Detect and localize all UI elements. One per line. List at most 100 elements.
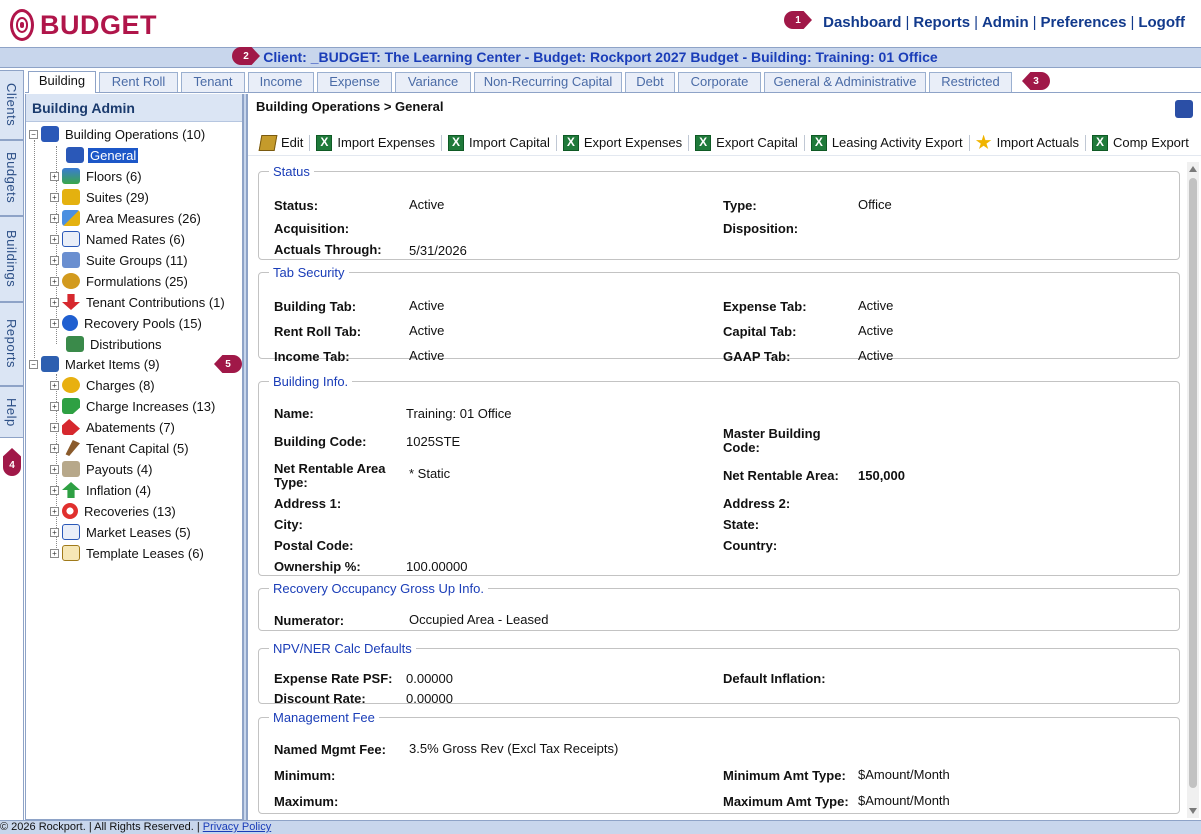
edit-icon xyxy=(258,134,278,151)
expand-icon[interactable]: + xyxy=(50,276,59,286)
npv-ner-defaults-group: NPV/NER Calc Defaults Expense Rate PSF: … xyxy=(258,641,1180,706)
client-bar-text: Client: _BUDGET: The Learning Center - B… xyxy=(263,49,938,65)
scroll-up-icon[interactable] xyxy=(1189,166,1197,172)
expand-icon[interactable]: + xyxy=(50,192,59,202)
tab-debt[interactable]: Debt xyxy=(625,72,675,92)
expand-icon[interactable]: + xyxy=(50,401,59,411)
panel-title: Building Admin xyxy=(26,94,242,122)
tree-item-inflation[interactable]: + Inflation (4) xyxy=(50,480,153,500)
expand-icon[interactable]: + xyxy=(50,297,59,307)
tree-item-charges[interactable]: + Charges (8) xyxy=(50,375,157,395)
expand-icon[interactable]: + xyxy=(50,422,59,432)
hammer-icon xyxy=(65,440,80,456)
expand-icon[interactable]: + xyxy=(50,464,59,474)
down-arrow-icon xyxy=(62,294,80,310)
expand-icon[interactable]: + xyxy=(50,380,59,390)
coins-icon xyxy=(62,377,80,393)
tab-security-group: Tab Security Building Tab: Active Expens… xyxy=(258,265,1180,364)
tree-item-abatements[interactable]: + Abatements (7) xyxy=(50,417,177,437)
expand-icon[interactable]: + xyxy=(50,255,59,265)
scroll-thumb[interactable] xyxy=(1189,178,1197,788)
tree-item-distributions[interactable]: Distributions xyxy=(66,334,164,354)
expand-icon[interactable]: + xyxy=(50,213,59,223)
tree-item-area-measures[interactable]: + Area Measures (26) xyxy=(50,208,203,228)
leasing-activity-export-button[interactable]: Leasing Activity Export xyxy=(810,134,963,151)
tree-item-payouts[interactable]: + Payouts (4) xyxy=(50,459,154,479)
import-actuals-button[interactable]: Import Actuals xyxy=(975,134,1079,151)
tab-tenant[interactable]: Tenant xyxy=(181,72,245,92)
tab-building[interactable]: Building xyxy=(28,71,96,93)
tree-item-tenant-capital[interactable]: + Tenant Capital (5) xyxy=(50,438,191,458)
group-legend: Recovery Occupancy Gross Up Info. xyxy=(273,581,484,596)
import-capital-button[interactable]: Import Capital xyxy=(447,134,550,151)
tree-item-template-leases[interactable]: + Template Leases (6) xyxy=(50,543,206,563)
tree-node-building-operations[interactable]: − Building Operations (10) xyxy=(29,124,207,144)
footer: © 2026 Rockport. | All Rights Reserved. … xyxy=(0,820,1201,834)
net-rentable-area-value: 150,000 xyxy=(858,468,905,483)
logo[interactable]: BUDGET xyxy=(10,8,157,42)
vtab-buildings[interactable]: Buildings xyxy=(0,216,24,302)
building-code-value: 1025STE xyxy=(406,434,461,449)
tree-node-market-items[interactable]: − Market Items (9) xyxy=(29,354,162,374)
expand-icon[interactable]: + xyxy=(50,234,59,244)
tab-expense[interactable]: Expense xyxy=(317,72,392,92)
edit-button[interactable]: Edit xyxy=(258,134,303,151)
grid-icon xyxy=(62,252,80,268)
excel-icon xyxy=(810,134,827,151)
logo-text: BUDGET xyxy=(40,9,157,40)
comp-export-button[interactable]: Comp Export xyxy=(1091,134,1189,151)
globe-icon xyxy=(62,315,78,331)
tree-item-formulations[interactable]: + Formulations (25) xyxy=(50,271,190,291)
nav-logoff[interactable]: Logoff xyxy=(1138,14,1185,31)
expand-icon[interactable]: + xyxy=(50,443,59,453)
tree-item-general[interactable]: General xyxy=(66,145,139,165)
tree-item-tenant-contributions[interactable]: + Tenant Contributions (1) xyxy=(50,292,227,312)
nav-dashboard[interactable]: Dashboard xyxy=(823,14,901,31)
import-expenses-button[interactable]: Import Expenses xyxy=(316,134,435,151)
expand-icon[interactable]: + xyxy=(50,506,59,516)
tab-restricted[interactable]: Restricted xyxy=(929,72,1012,92)
building-admin-panel: Building Admin − Building Operations (10… xyxy=(25,94,243,820)
building-icon[interactable] xyxy=(1175,100,1193,118)
tab-general-administrative[interactable]: General & Administrative xyxy=(764,72,926,92)
tab-corporate[interactable]: Corporate xyxy=(678,72,761,92)
tree-item-recovery-pools[interactable]: + Recovery Pools (15) xyxy=(50,313,204,333)
tree-item-floors[interactable]: + Floors (6) xyxy=(50,166,144,186)
vtab-reports[interactable]: Reports xyxy=(0,302,24,386)
tree-item-suites[interactable]: + Suites (29) xyxy=(50,187,151,207)
building-info-group: Building Info. Name: Training: 01 Office… xyxy=(258,374,1180,576)
export-capital-button[interactable]: Export Capital xyxy=(695,134,798,151)
type-value: Office xyxy=(858,197,892,212)
tab-non-recurring-capital[interactable]: Non-Recurring Capital xyxy=(474,72,622,92)
nav-preferences[interactable]: Preferences xyxy=(1041,14,1127,31)
tree-item-suite-groups[interactable]: + Suite Groups (11) xyxy=(50,250,190,270)
tree-item-recoveries[interactable]: + Recoveries (13) xyxy=(50,501,178,521)
expand-icon[interactable]: + xyxy=(50,527,59,537)
vertical-scrollbar[interactable] xyxy=(1187,162,1199,818)
nav-reports[interactable]: Reports xyxy=(913,14,970,31)
scroll-down-icon[interactable] xyxy=(1189,808,1197,814)
top-nav: Dashboard | Reports | Admin | Preference… xyxy=(823,14,1185,31)
tab-variance[interactable]: Variance xyxy=(395,72,471,92)
status-value: Active xyxy=(409,197,445,212)
expand-icon[interactable]: + xyxy=(50,548,59,558)
building-name-value: Training: 01 Office xyxy=(406,406,512,421)
expand-icon[interactable]: + xyxy=(50,318,59,328)
vtab-help[interactable]: Help xyxy=(0,386,24,438)
collapse-icon[interactable]: − xyxy=(29,129,38,139)
page-title: Building Operations > General xyxy=(248,94,1201,126)
tab-income[interactable]: Income xyxy=(248,72,314,92)
tab-rent-roll[interactable]: Rent Roll xyxy=(99,72,178,92)
tree-item-named-rates[interactable]: + Named Rates (6) xyxy=(50,229,187,249)
area-measure-icon xyxy=(62,210,80,226)
tree-item-charge-increases[interactable]: + Charge Increases (13) xyxy=(50,396,217,416)
export-expenses-button[interactable]: Export Expenses xyxy=(562,134,682,151)
expand-icon[interactable]: + xyxy=(50,171,59,181)
nav-admin[interactable]: Admin xyxy=(982,14,1029,31)
vtab-budgets[interactable]: Budgets xyxy=(0,140,24,216)
privacy-policy-link[interactable]: Privacy Policy xyxy=(203,821,271,833)
collapse-icon[interactable]: − xyxy=(29,359,38,369)
vtab-clients[interactable]: Clients xyxy=(0,70,24,140)
tree-item-market-leases[interactable]: + Market Leases (5) xyxy=(50,522,193,542)
expand-icon[interactable]: + xyxy=(50,485,59,495)
